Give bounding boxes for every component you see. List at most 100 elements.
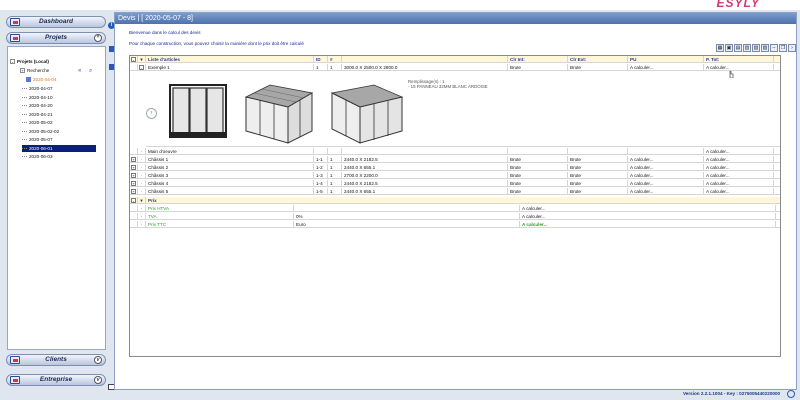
collapse-icon[interactable]: -	[131, 198, 136, 204]
header-label[interactable]: Liste d'articles	[146, 56, 314, 63]
cell-int[interactable]: Brute	[508, 180, 568, 187]
tree-item-date[interactable]: 2020-05-02-02	[22, 128, 59, 135]
collapse-icon[interactable]: ^	[94, 34, 102, 42]
expand-icon[interactable]: +	[131, 173, 136, 179]
cell-pu[interactable]: A calculer...	[628, 180, 704, 187]
collapse-icon[interactable]: -	[131, 57, 136, 63]
copy-icon[interactable]: ❐	[779, 44, 787, 52]
cell-ext[interactable]: Brute	[568, 188, 628, 195]
table-row[interactable]: · Main d'oeuvre A calculer...	[130, 148, 780, 155]
image-icon[interactable]: ▣	[725, 44, 733, 52]
table-row[interactable]: - Exemple 1 1 1 3000.0 X 2500.0 X 2800.0…	[130, 64, 780, 71]
export-icon[interactable]: ▧	[752, 44, 760, 52]
side-view-image	[330, 84, 404, 144]
cell-ptot: A calculer...	[704, 180, 774, 187]
cell-ext[interactable]: Brute	[568, 156, 628, 163]
cell-int[interactable]: Brute	[508, 156, 568, 163]
hand-cursor-icon	[729, 71, 734, 78]
brand-logo: ESYLY	[716, 0, 760, 10]
tree-item-date[interactable]: 2020-04-10	[22, 94, 53, 101]
cell-qty: 1	[328, 172, 342, 179]
expand-icon[interactable]: +	[131, 181, 136, 187]
cell-pu[interactable]: A calculer...	[628, 164, 704, 171]
header-ptot[interactable]: P. Tot:	[704, 56, 774, 63]
cell-int[interactable]: Brute	[508, 164, 568, 171]
version-text: Version 2.2.1.1004 - Key : 0275005440220…	[683, 391, 781, 396]
dashboard-header[interactable]: Dashboard	[6, 16, 106, 28]
cell-label: Châssis 3	[146, 172, 314, 179]
refresh-icon[interactable]: «	[78, 68, 81, 74]
header-pu[interactable]: PU	[628, 56, 704, 63]
clients-header[interactable]: Clients v	[6, 354, 106, 366]
devis-window: Devis | [ 2020-05-07 - 8] Bienvenue dans…	[114, 12, 797, 390]
collapse-icon[interactable]: -	[10, 59, 15, 65]
tree-item-date[interactable]: 2020-04-07	[22, 85, 53, 92]
table-row[interactable]: + · Châssis 1 1-1 1 2440.0 X 2182.5 Brute Brute…	[130, 156, 780, 163]
table-row[interactable]: + · Châssis 4 1-4 1 2440.0 X 2182.5 Brute Brute…	[130, 180, 780, 187]
cell-ext[interactable]: Brute	[568, 64, 628, 71]
close-icon[interactable]: ›	[788, 44, 796, 52]
tree-item-date[interactable]: 2020-05-07	[22, 136, 53, 143]
help-icon[interactable]	[787, 390, 795, 398]
cell-pu[interactable]: A calculer...	[628, 188, 704, 195]
prix-label: Prix	[148, 198, 157, 203]
chevron-right-icon[interactable]: ›	[146, 108, 157, 119]
table-row[interactable]: · TVA 0% A calculer...	[130, 213, 780, 220]
construction-preview: › Remplissage(s): 1 - 15 PANNEAU 32MM B…	[146, 71, 780, 147]
tree-item-date[interactable]: 2020-06-03	[22, 153, 53, 160]
cell-label: Châssis 5	[146, 188, 314, 195]
cell-int[interactable]: Brute	[508, 172, 568, 179]
cell-rate[interactable]: Euro	[294, 221, 520, 228]
cell-label: Prix TTC	[146, 221, 294, 228]
collapse-icon[interactable]: -	[139, 65, 144, 71]
header-id[interactable]: ID	[314, 56, 328, 63]
window-title: Devis | [ 2020-05-07 - 8]	[115, 13, 796, 24]
cell-int[interactable]: Brute	[508, 64, 568, 71]
minimize-icon[interactable]: –	[770, 44, 778, 52]
table-row[interactable]: + · Châssis 3 1-3 1 2700.0 X 2200.0 Brute Brute…	[130, 172, 780, 179]
clients-icon	[10, 356, 20, 364]
table-row[interactable]: + · Châssis 2 1-2 1 2440.0 X 655.1 Brute Brute A…	[130, 164, 780, 171]
expand-icon[interactable]: +	[131, 157, 136, 163]
header-ext[interactable]: Clr Ext:	[568, 56, 628, 63]
tree-item-date[interactable]: 2020-04-20	[22, 102, 53, 109]
projets-header[interactable]: Projets ^	[6, 32, 106, 44]
cell-ext[interactable]: Brute	[568, 180, 628, 187]
tree-item-date[interactable]: 2020-05-02	[22, 119, 53, 126]
calculator-icon[interactable]: ▤	[734, 44, 742, 52]
projets-icon	[10, 34, 20, 42]
header-qty[interactable]: #	[328, 56, 342, 63]
tree-root[interactable]: - Projets (Local)	[10, 58, 49, 65]
expand-icon[interactable]: +	[131, 189, 136, 195]
tree-project[interactable]: 2020-04-04	[26, 76, 57, 83]
tree-item-date[interactable]: 2020-04-21	[22, 111, 53, 118]
expand-icon[interactable]: +	[20, 68, 25, 74]
cell-ext[interactable]: Brute	[568, 172, 628, 179]
entreprise-header[interactable]: Entreprise v	[6, 374, 106, 386]
front-view-image	[169, 84, 227, 138]
cell-pu[interactable]: A calculer...	[628, 64, 704, 71]
expand-icon[interactable]: v	[94, 356, 102, 364]
cell-ext[interactable]: Brute	[568, 164, 628, 171]
table-row[interactable]: + · Châssis 5 1-5 1 2440.0 X 655.1 Brute Brute A…	[130, 188, 780, 195]
cell-rate[interactable]	[294, 205, 520, 212]
header-int[interactable]: Clr Int:	[508, 56, 568, 63]
list-icon[interactable]: ▨	[761, 44, 769, 52]
cell-pu[interactable]: A calculer...	[628, 172, 704, 179]
cell-id: 1-2	[314, 164, 328, 171]
tree-item-date[interactable]: 2020-06-01	[22, 144, 96, 152]
table-row[interactable]: · Prix HTVA A calculer...	[130, 205, 780, 212]
table-row[interactable]: · Prix TTC Euro A calculer...	[130, 221, 780, 228]
expand-icon[interactable]: +	[131, 165, 136, 171]
cell-dims: 2440.0 X 2182.5	[342, 180, 508, 187]
cell-int[interactable]: Brute	[508, 188, 568, 195]
table-icon[interactable]: ▦	[716, 44, 724, 52]
tree-search[interactable]: + Recherche	[20, 67, 49, 74]
expand-icon[interactable]: v	[94, 376, 102, 384]
cell-rate[interactable]: 0%	[294, 213, 520, 220]
print-icon[interactable]: ▥	[743, 44, 751, 52]
cell-qty: 1	[328, 180, 342, 187]
entreprise-label: Entreprise	[39, 376, 73, 383]
search-icon[interactable]: ⌕	[89, 68, 92, 74]
cell-pu[interactable]: A calculer...	[628, 156, 704, 163]
